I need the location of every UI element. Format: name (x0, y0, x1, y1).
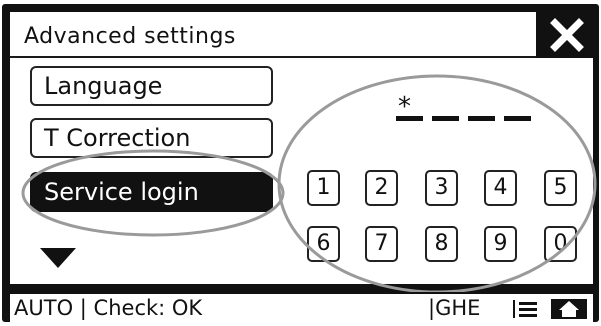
key-7[interactable]: 7 (365, 226, 398, 262)
t-correction-button[interactable]: T Correction (30, 118, 273, 158)
status-mode-and-check: AUTO | Check: OK (14, 296, 202, 320)
page-title: Advanced settings (24, 24, 236, 49)
scroll-down-button[interactable] (38, 246, 78, 274)
key-2[interactable]: 2 (365, 170, 398, 206)
language-label: Language (44, 72, 163, 100)
key-1[interactable]: 1 (307, 170, 340, 206)
key-5[interactable]: 5 (544, 170, 577, 206)
pin-slot-3 (468, 116, 495, 121)
t-correction-label: T Correction (44, 124, 191, 152)
service-login-button[interactable]: Service login (30, 172, 273, 212)
home-icon[interactable] (550, 298, 588, 320)
key-9[interactable]: 9 (484, 226, 517, 262)
service-login-label: Service login (44, 178, 199, 206)
title-bar: Advanced settings (10, 12, 536, 58)
status-bar: AUTO | Check: OK |GHE (10, 292, 593, 322)
close-icon (550, 18, 584, 52)
chevron-down-icon (40, 248, 76, 268)
status-code: GHE (435, 296, 481, 320)
pin-slot-4 (504, 116, 531, 121)
key-8[interactable]: 8 (425, 226, 458, 262)
status-mode: AUTO (14, 296, 74, 320)
status-separator: | (79, 296, 87, 320)
pin-slot-1 (396, 116, 423, 121)
status-check: Check: OK (93, 296, 203, 320)
language-button[interactable]: Language (30, 66, 273, 106)
list-icon[interactable] (512, 298, 540, 320)
pin-slot-2 (432, 116, 459, 121)
settings-panel: Language T Correction Service login * 1 … (10, 58, 593, 284)
key-6[interactable]: 6 (307, 226, 340, 262)
key-4[interactable]: 4 (484, 170, 517, 206)
key-3[interactable]: 3 (425, 170, 458, 206)
status-code-group: |GHE (428, 296, 480, 320)
key-0[interactable]: 0 (544, 226, 577, 262)
close-button[interactable] (541, 12, 593, 58)
